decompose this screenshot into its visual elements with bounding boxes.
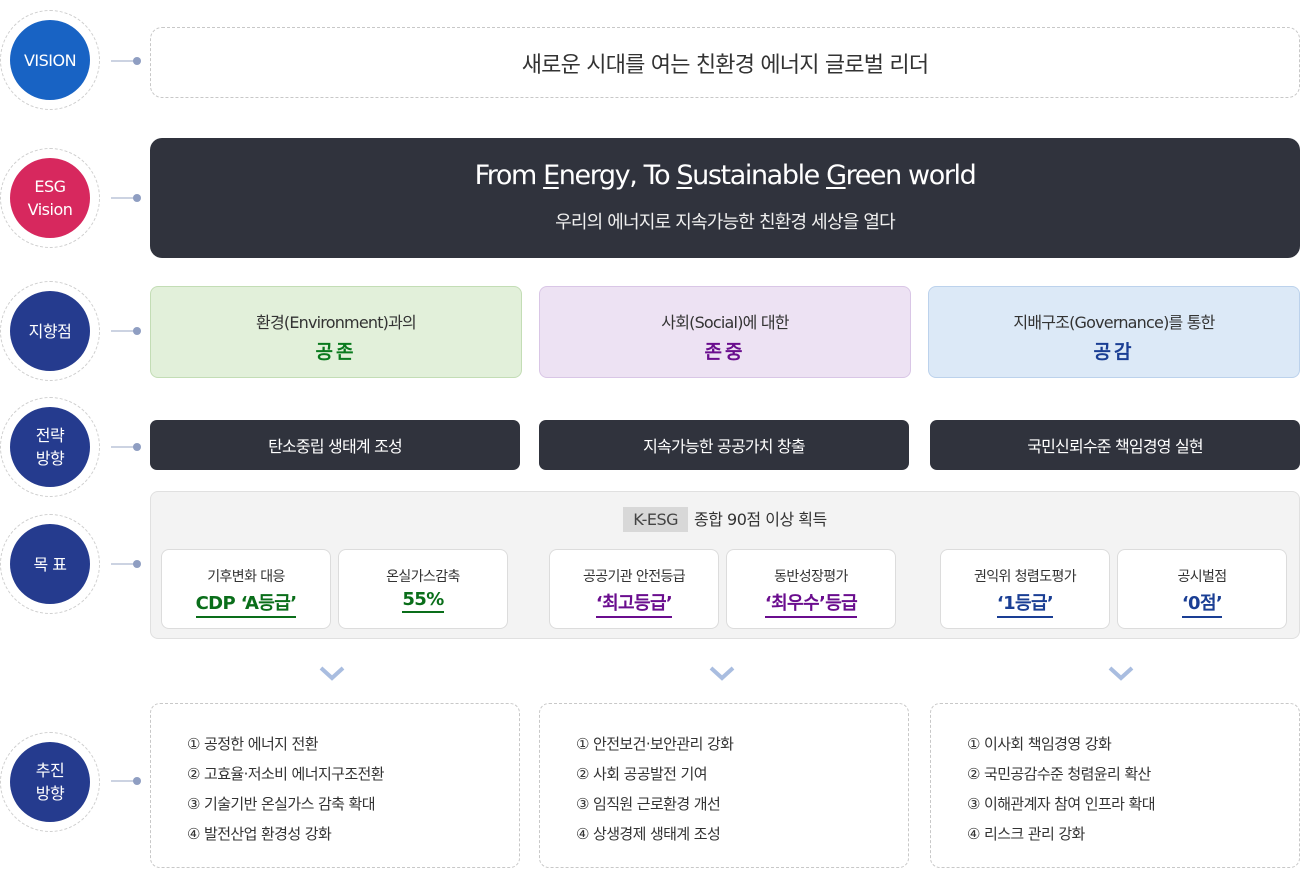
strategy-governance: 국민신뢰수준 책임경영 실현 — [930, 420, 1300, 470]
strategy-social: 지속가능한 공공가치 창출 — [539, 420, 909, 470]
strategy-connector — [111, 443, 141, 451]
goal-value: ‘0점’ — [1181, 589, 1223, 618]
kesg-tag: K-ESG — [623, 507, 689, 532]
strategy-label: 전략 방향 — [10, 407, 90, 487]
orientation-environment-value: 공존 — [315, 341, 357, 363]
orientation-badge: 지향점 — [0, 281, 100, 381]
list-item: ① 안전보건·보안관리 강화 — [576, 735, 734, 753]
goals-badge: 목 표 — [0, 514, 100, 614]
goal-value: ‘최고등급’ — [595, 589, 673, 618]
goal-value: 55% — [402, 589, 444, 613]
goal-value: CDP ‘A등급’ — [195, 589, 297, 618]
orientation-governance-value: 공감 — [1093, 341, 1135, 363]
goal-card-disclosure: 공시벌점 ‘0점’ — [1117, 549, 1287, 629]
chevron-down-icon — [319, 666, 345, 681]
initiatives-connector — [111, 777, 141, 785]
list-item: ③ 기술기반 온실가스 감축 확대 — [187, 795, 376, 813]
list-item: ④ 리스크 관리 강화 — [967, 825, 1085, 843]
goals-label: 목 표 — [10, 524, 90, 604]
chevron-down-icon — [1108, 666, 1134, 681]
orientation-social: 사회(Social)에 대한 존중 — [539, 286, 911, 378]
list-item: ① 공정한 에너지 전환 — [187, 735, 319, 753]
vision-connector — [111, 57, 141, 65]
chevron-down-icon — [709, 666, 735, 681]
list-item: ① 이사회 책임경영 강화 — [967, 735, 1112, 753]
orientation-social-value: 존중 — [704, 341, 746, 363]
kesg-text: 종합 90점 이상 획득 — [694, 510, 827, 529]
list-item: ② 사회 공공발전 기여 — [576, 765, 708, 783]
orientation-label: 지향점 — [10, 291, 90, 371]
initiatives-label: 추진 방향 — [10, 742, 90, 822]
goal-card-safety: 공공기관 안전등급 ‘최고등급’ — [549, 549, 719, 629]
goal-card-integrity: 권익위 청렴도평가 ‘1등급’ — [940, 549, 1110, 629]
goal-card-shared-growth: 동반성장평가 ‘최우수’등급 — [726, 549, 896, 629]
list-item: ③ 이해관계자 참여 인프라 확대 — [967, 795, 1156, 813]
list-item: ② 국민공감수준 청렴윤리 확산 — [967, 765, 1151, 783]
strategy-badge: 전략 방향 — [0, 397, 100, 497]
initiative-box-environment: ① 공정한 에너지 전환 ② 고효율·저소비 에너지구조전환 ③ 기술기반 온실… — [150, 703, 520, 868]
esg-vision-title: From Energy, To Sustainable Green world — [474, 160, 977, 191]
goal-card-climate: 기후변화 대응 CDP ‘A등급’ — [161, 549, 331, 629]
orientation-environment: 환경(Environment)과의 공존 — [150, 286, 522, 378]
initiative-box-social: ① 안전보건·보안관리 강화 ② 사회 공공발전 기여 ③ 임직원 근로환경 개… — [539, 703, 909, 868]
goals-connector — [111, 560, 141, 568]
orientation-connector — [111, 327, 141, 335]
esg-vision-connector — [111, 194, 141, 202]
initiatives-badge: 추진 방향 — [0, 732, 100, 832]
esg-vision-subtitle: 우리의 에너지로 지속가능한 친환경 세상을 열다 — [555, 212, 896, 233]
esg-vision-box: From Energy, To Sustainable Green world … — [150, 138, 1300, 258]
list-item: ④ 상생경제 생태계 조성 — [576, 825, 721, 843]
list-item: ③ 임직원 근로환경 개선 — [576, 795, 721, 813]
vision-statement: 새로운 시대를 여는 친환경 에너지 글로벌 리더 — [150, 27, 1300, 98]
goal-value: ‘최우수’등급 — [764, 589, 858, 618]
esg-vision-badge: ESG Vision — [0, 148, 100, 248]
list-item: ② 고효율·저소비 에너지구조전환 — [187, 765, 385, 783]
orientation-governance: 지배구조(Governance)를 통한 공감 — [928, 286, 1300, 378]
initiative-box-governance: ① 이사회 책임경영 강화 ② 국민공감수준 청렴윤리 확산 ③ 이해관계자 참… — [930, 703, 1300, 868]
goal-card-ghg: 온실가스감축 55% — [338, 549, 508, 629]
esg-vision-label: ESG Vision — [10, 158, 90, 238]
strategy-environment: 탄소중립 생태계 조성 — [150, 420, 520, 470]
list-item: ④ 발전산업 환경성 강화 — [187, 825, 332, 843]
vision-label: VISION — [10, 20, 90, 100]
vision-badge: VISION — [0, 10, 100, 110]
goal-value: ‘1등급’ — [996, 589, 1054, 618]
kesg-goal: K-ESG 종합 90점 이상 획득 — [151, 506, 1299, 532]
